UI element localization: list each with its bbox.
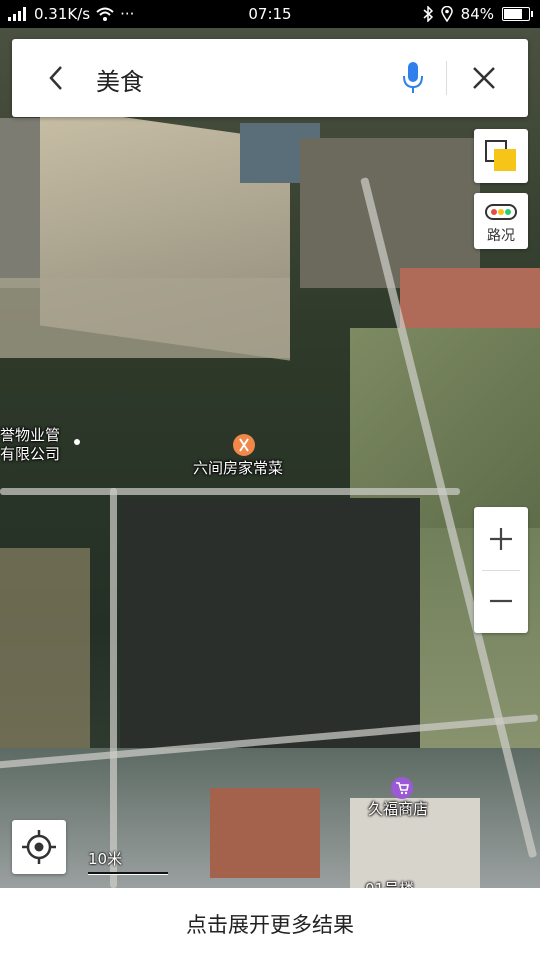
status-bar: 0.31K/s ··· 07:15 84% (0, 0, 540, 28)
road (110, 488, 117, 888)
building-block (210, 788, 320, 878)
layers-button[interactable] (474, 129, 528, 183)
traffic-button[interactable]: 路况 (474, 193, 528, 249)
location-pin-icon (440, 6, 453, 22)
shop-label[interactable]: 久福商店 (368, 800, 428, 819)
restaurant-label[interactable]: 六间房家常菜 (193, 459, 283, 478)
zoom-out-button[interactable] (474, 571, 528, 633)
shop-poi-marker[interactable] (391, 777, 413, 799)
locate-icon (22, 830, 56, 864)
locate-button[interactable] (12, 820, 66, 874)
poi-dot[interactable] (74, 439, 80, 445)
back-arrow-icon[interactable] (40, 61, 74, 95)
building-block (0, 278, 290, 358)
expand-results-label: 点击展开更多结果 (186, 913, 354, 937)
search-query[interactable]: 美食 (96, 62, 144, 97)
close-icon[interactable] (467, 61, 501, 95)
traffic-light-icon (485, 204, 517, 220)
ground-area (0, 548, 90, 768)
fork-knife-icon (239, 438, 249, 452)
expand-results-bar[interactable]: 点击展开更多结果 (0, 888, 540, 960)
layers-icon (485, 140, 516, 171)
microphone-icon[interactable] (398, 59, 428, 97)
battery-icon (502, 7, 533, 21)
map-scale: 10米 (88, 848, 168, 875)
plaza (120, 498, 420, 758)
bluetooth-icon (423, 6, 433, 22)
zoom-control (474, 507, 528, 633)
search-bar: 美食 (12, 39, 528, 117)
zoom-in-button[interactable] (474, 507, 528, 569)
building-label-partial: 01号楼 (365, 880, 414, 888)
map-label-company[interactable]: 誉物业管 有限公司 (0, 426, 60, 464)
scale-text: 10米 (88, 850, 123, 868)
battery-percent: 84% (460, 5, 494, 23)
satellite-map[interactable]: 誉物业管 有限公司 六间房家常菜 久福商店 01号楼 (0, 28, 540, 888)
divider (446, 61, 447, 95)
scale-bar (88, 872, 168, 875)
road (0, 488, 460, 495)
traffic-label: 路况 (487, 228, 515, 244)
shopping-cart-icon (396, 782, 409, 795)
restaurant-poi-marker[interactable] (233, 434, 255, 456)
